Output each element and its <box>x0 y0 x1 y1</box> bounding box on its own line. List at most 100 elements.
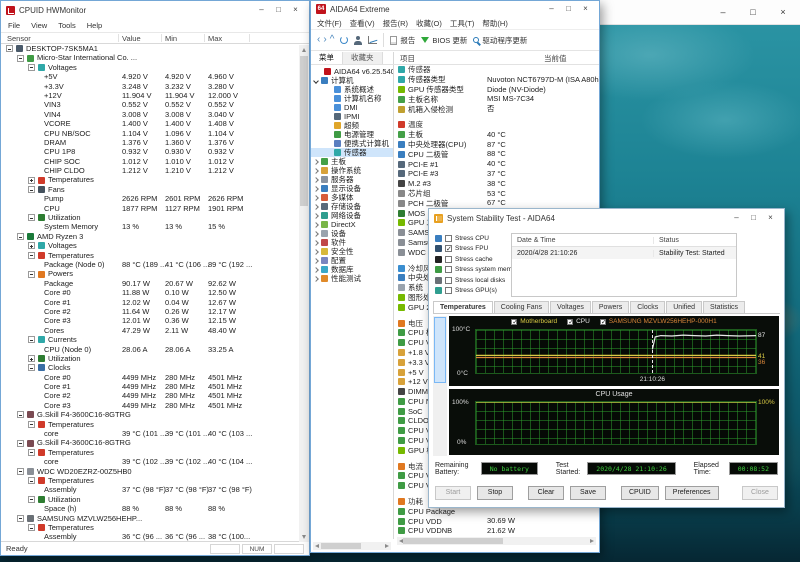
close-button[interactable]: × <box>762 211 779 225</box>
scroll-up-icon[interactable] <box>302 48 306 52</box>
sensor-row[interactable]: Package (Node 0) 88 °C (189 ... 41 °C (1… <box>1 260 309 269</box>
log-row[interactable]: 2020/4/28 21:10:26 Stability Test: Start… <box>512 247 736 259</box>
stress-checkbox[interactable] <box>445 287 452 294</box>
tree-item[interactable]: 安全性 <box>311 247 393 256</box>
panel-row[interactable]: CPU VDD 30.69 W <box>394 516 599 526</box>
tree-item[interactable]: 性能测试 <box>311 274 393 283</box>
chevron-icon[interactable] <box>313 78 319 84</box>
sensor-row[interactable]: CPU (Node 0) 28.06 A 28.06 A 33.25 A <box>1 345 309 354</box>
maximize-button[interactable]: □ <box>270 3 287 17</box>
chevron-icon[interactable] <box>313 159 319 165</box>
chevron-icon[interactable] <box>313 204 319 210</box>
sensor-row[interactable]: Powers <box>1 269 309 278</box>
sensor-row[interactable]: DESKTOP-7SK5MA1 <box>1 44 309 53</box>
expand-toggle[interactable] <box>28 336 35 343</box>
menu-item[interactable]: View <box>31 21 47 30</box>
refresh-icon[interactable] <box>340 36 348 44</box>
sensor-row[interactable]: core 39 °C (102 ... 39 °C (102 ... 40 °C… <box>1 457 309 466</box>
maximize-button[interactable]: □ <box>560 2 577 16</box>
vertical-scrollbar[interactable] <box>299 45 309 542</box>
expand-toggle[interactable] <box>28 177 35 184</box>
minimize-button[interactable]: – <box>708 0 738 25</box>
expand-toggle[interactable] <box>28 421 35 428</box>
sensor-row[interactable]: VIN3 0.552 V 0.552 V 0.552 V <box>1 100 309 109</box>
sensor-row[interactable]: Pump 2626 RPM 2601 RPM 2626 RPM <box>1 194 309 203</box>
graph-tab[interactable]: Voltages <box>550 301 591 313</box>
sensor-row[interactable]: Temperatures <box>1 476 309 485</box>
menu-item[interactable]: Help <box>87 21 102 30</box>
expand-toggle[interactable] <box>28 449 35 456</box>
tree-item[interactable]: DirectX <box>311 220 393 229</box>
tree-item[interactable]: 传感器 <box>311 148 393 157</box>
sensor-row[interactable]: Voltages <box>1 63 309 72</box>
sensor-row[interactable]: Fans <box>1 185 309 194</box>
expand-toggle[interactable] <box>17 411 24 418</box>
menu-item[interactable]: 查看(V) <box>350 18 375 29</box>
scroll-right-icon[interactable] <box>385 544 389 548</box>
chevron-icon[interactable] <box>313 177 319 183</box>
chevron-icon[interactable] <box>313 213 319 219</box>
maximize-button[interactable]: □ <box>738 0 768 25</box>
hwmonitor-titlebar[interactable]: CPUID HWMonitor – □ × <box>1 1 309 19</box>
sensor-row[interactable]: Core #3 4499 MHz 280 MHz 4501 MHz <box>1 401 309 410</box>
menu-item[interactable]: 报告(R) <box>383 18 408 29</box>
scrollbar-thumb[interactable] <box>403 538 503 544</box>
sensor-row[interactable]: Utilization <box>1 213 309 222</box>
sensor-row[interactable]: Cores 47.29 W 2.11 W 48.40 W <box>1 326 309 335</box>
action-button[interactable]: Close <box>742 486 778 500</box>
sensor-row[interactable]: Utilization <box>1 354 309 363</box>
action-button[interactable]: Preferences <box>665 486 719 500</box>
nav-arrow-icon[interactable]: › <box>323 31 326 49</box>
nav-arrow-icon[interactable]: ‹ <box>317 31 320 49</box>
scroll-right-icon[interactable] <box>590 539 594 543</box>
column-sensor[interactable]: Sensor <box>7 34 31 43</box>
stress-checkbox[interactable] <box>445 256 452 263</box>
sensor-row[interactable]: Utilization <box>1 495 309 504</box>
tree-horizontal-scrollbar[interactable] <box>313 542 391 550</box>
panel-row[interactable]: PCH 二极管 67 °C <box>394 198 599 208</box>
column-item[interactable]: 项目 <box>400 53 415 64</box>
driver-update-button[interactable]: 驱动程序更新 <box>473 35 527 46</box>
expand-toggle[interactable] <box>17 515 24 522</box>
sensor-row[interactable]: Temperatures <box>1 420 309 429</box>
sensor-row[interactable]: VCORE 1.400 V 1.400 V 1.408 V <box>1 119 309 128</box>
sensor-row[interactable]: +12V 11.904 V 11.904 V 12.000 V <box>1 91 309 100</box>
sensor-row[interactable]: Core #2 4499 MHz 280 MHz 4501 MHz <box>1 391 309 400</box>
graph-selector-gutter[interactable] <box>433 316 447 456</box>
sensor-row[interactable]: Space (h) 88 % 88 % 88 % <box>1 504 309 513</box>
stress-checkbox[interactable] <box>445 277 452 284</box>
column-min[interactable]: Min <box>165 34 177 43</box>
graph-tab[interactable]: Temperatures <box>433 301 493 313</box>
chevron-icon[interactable] <box>313 258 319 264</box>
sensor-row[interactable]: Assembly 37 °C (98 °F) 37 °C (98 °F) 37 … <box>1 485 309 494</box>
sensor-row[interactable]: G.Skill F4-3600C16-8GTRG <box>1 410 309 419</box>
expand-toggle[interactable] <box>28 477 35 484</box>
sensor-row[interactable]: Voltages <box>1 241 309 250</box>
sensor-row[interactable]: Temperatures <box>1 448 309 457</box>
chevron-icon[interactable] <box>313 276 319 282</box>
sensor-row[interactable]: Currents <box>1 335 309 344</box>
sensor-row[interactable]: CPU NB/SOC 1.104 V 1.096 V 1.104 V <box>1 129 309 138</box>
sensor-row[interactable]: CPU 1877 RPM 1127 RPM 1901 RPM <box>1 204 309 213</box>
scrollbar-thumb[interactable] <box>321 543 361 549</box>
sensor-row[interactable]: CPU 1P8 0.932 V 0.930 V 0.932 V <box>1 147 309 156</box>
sensor-row[interactable]: Core #0 11.88 W 0.10 W 12.50 W <box>1 288 309 297</box>
action-button[interactable]: Save <box>570 486 606 500</box>
sensor-row[interactable]: Core #1 4499 MHz 280 MHz 4501 MHz <box>1 382 309 391</box>
chevron-icon[interactable] <box>313 249 319 255</box>
panel-row[interactable]: PCI-E #3 37 °C <box>394 169 599 179</box>
chevron-icon[interactable] <box>313 186 319 192</box>
column-status[interactable]: Status <box>654 237 736 244</box>
expand-toggle[interactable] <box>17 55 24 62</box>
tree-item[interactable]: 设备 <box>311 229 393 238</box>
sensor-row[interactable]: CHIP CLDO 1.212 V 1.210 V 1.212 V <box>1 166 309 175</box>
scroll-left-icon[interactable] <box>315 544 319 548</box>
report-button[interactable]: 报告 <box>390 35 415 46</box>
minimize-button[interactable]: – <box>543 2 560 16</box>
stress-checkbox[interactable] <box>445 235 452 242</box>
sensor-row[interactable]: +3.3V 3.248 V 3.232 V 3.280 V <box>1 82 309 91</box>
tree-item[interactable]: DMI <box>311 103 393 112</box>
sensor-row[interactable]: Temperatures <box>1 251 309 260</box>
action-button[interactable]: Start <box>435 486 471 500</box>
sensor-row[interactable]: AMD Ryzen 3 <box>1 232 309 241</box>
